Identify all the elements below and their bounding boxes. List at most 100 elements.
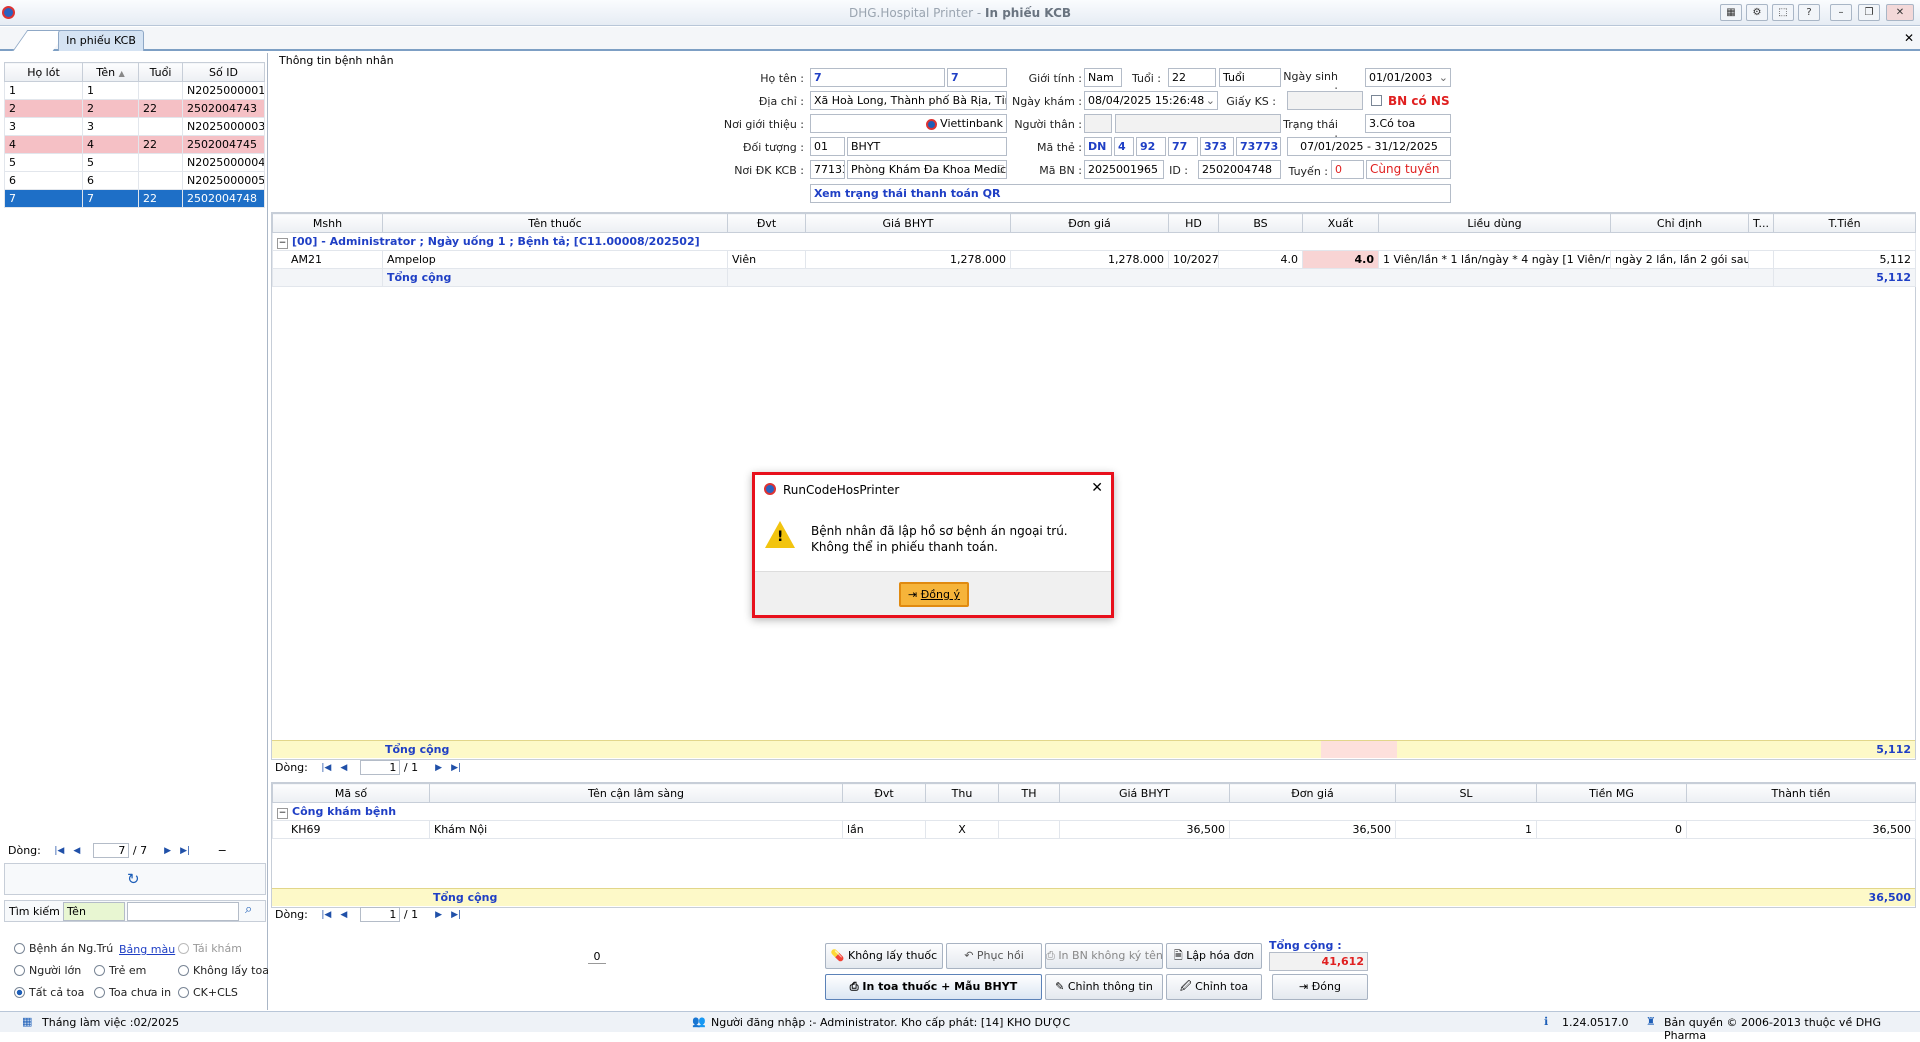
column-header[interactable]: Tiền MG — [1536, 783, 1687, 803]
col-ten[interactable]: Tên ▲ — [82, 62, 139, 82]
search-input[interactable] — [127, 902, 239, 921]
column-header[interactable]: T.Tiền — [1773, 213, 1916, 233]
khong-lay-thuoc-button[interactable]: 💊 Không lấy thuốc — [825, 943, 943, 969]
dong-y-button[interactable]: ⇥ Đồng ý — [899, 582, 969, 607]
column-header[interactable]: Xuất — [1302, 213, 1379, 233]
column-header[interactable]: Tên cận lâm sàng — [429, 783, 843, 803]
phuc-hoi-button[interactable]: ↶ Phục hồi — [946, 943, 1042, 969]
nav-first-icon[interactable]: |◀ — [319, 762, 333, 774]
search-icon[interactable]: ⌕ — [245, 902, 252, 917]
col-ho-lot[interactable]: Họ lót — [4, 62, 83, 82]
cell-xuat[interactable]: 4.0 — [1302, 250, 1379, 269]
noi-dk-ma-field[interactable]: 77133 — [810, 160, 845, 179]
radio-nguoi-lon[interactable]: Người lớn — [14, 964, 81, 977]
ngay-kham-field[interactable]: 08/04/2025 15:26:48 ⌄ — [1084, 91, 1218, 110]
tuyen-field[interactable]: Cùng tuyến — [1366, 160, 1451, 179]
nav-next-icon[interactable]: ▶ — [432, 909, 446, 921]
gioi-tinh-field[interactable]: Nam — [1084, 68, 1122, 87]
toolbar-icon-1[interactable]: ▦ — [1720, 4, 1742, 21]
nav-first-icon[interactable]: |◀ — [52, 845, 66, 857]
nav-minus[interactable]: − — [218, 844, 227, 857]
noi-gioi-thieu-field[interactable]: Viettinbank — [810, 114, 1007, 133]
tuyen-ma-field[interactable]: 0 — [1331, 160, 1364, 179]
refresh-icon[interactable]: ↻ — [127, 870, 140, 888]
col-tuoi[interactable]: Tuổi — [138, 62, 183, 82]
patient-row[interactable]: 3 3 N2025000003 — [4, 117, 265, 136]
ma-the-1[interactable]: DN — [1084, 137, 1112, 156]
nguoi-than-field-1[interactable] — [1084, 114, 1112, 133]
column-header[interactable]: Thu — [925, 783, 999, 803]
patient-row[interactable]: 2 2 22 2502004743 — [4, 99, 265, 118]
nav-last-icon[interactable]: ▶| — [449, 909, 463, 921]
nav-last-icon[interactable]: ▶| — [449, 762, 463, 774]
the-han-field[interactable]: 07/01/2025 - 31/12/2025 — [1287, 137, 1451, 156]
column-header[interactable]: Đơn giá — [1229, 783, 1396, 803]
col-so-id[interactable]: Số ID — [182, 62, 265, 82]
column-header[interactable]: Đvt — [842, 783, 926, 803]
in-toa-thuoc-button[interactable]: ⎙ In toa thuốc + Mẫu BHYT — [825, 974, 1042, 1000]
collapse-icon[interactable]: − — [277, 807, 288, 819]
nav-current-input[interactable]: 1 — [360, 907, 401, 922]
minimize-icon[interactable]: – — [1830, 4, 1852, 21]
column-header[interactable]: SL — [1395, 783, 1537, 803]
doi-tuong-field[interactable]: BHYT — [847, 137, 1007, 156]
lookup-icon[interactable]: ⌸ — [997, 161, 1004, 178]
ngay-sinh-field[interactable]: 01/01/2003 ⌄ — [1365, 68, 1451, 87]
column-header[interactable]: Mã số — [272, 783, 430, 803]
restore-icon[interactable]: ❐ — [1858, 4, 1880, 21]
column-header[interactable]: Thành tiền — [1686, 783, 1916, 803]
column-header[interactable]: Đơn giá — [1010, 213, 1169, 233]
nav-current-input[interactable]: 1 — [360, 760, 401, 775]
column-header[interactable]: Chỉ định — [1610, 213, 1749, 233]
column-header[interactable]: BS — [1218, 213, 1303, 233]
qr-status-link[interactable]: Xem trạng thái thanh toán QR — [810, 184, 1451, 203]
chinh-toa-button[interactable]: 🖉 Chỉnh toa — [1166, 974, 1262, 1000]
toolbar-icon-2[interactable]: ⚙ — [1746, 4, 1768, 21]
column-header[interactable]: Giá BHYT — [805, 213, 1011, 233]
nav-next-icon[interactable]: ▶ — [432, 762, 446, 774]
link-bang-mau[interactable]: Bảng màu — [119, 943, 175, 956]
radio-ck-cls[interactable]: CK+CLS — [178, 986, 238, 999]
nav-next-icon[interactable]: ▶ — [161, 845, 175, 857]
nav-first-icon[interactable]: |◀ — [319, 909, 333, 921]
column-header[interactable]: Đvt — [727, 213, 806, 233]
table-row[interactable]: KH69 Khám Nội lần X 36,500 36,500 1 0 36… — [272, 820, 1916, 839]
toolbar-icon-3[interactable]: ⬚ — [1772, 4, 1794, 21]
noi-dk-field[interactable]: Phòng Khám Đa Khoa Medic ⌸ — [847, 160, 1007, 179]
tab-in-phieu-kcb[interactable]: In phiếu KCB — [58, 30, 144, 51]
ten-field[interactable]: 7 — [947, 68, 1007, 87]
column-header[interactable]: TH — [998, 783, 1060, 803]
ma-the-5[interactable]: 373 — [1200, 137, 1234, 156]
ma-the-3[interactable]: 92 — [1136, 137, 1166, 156]
table-row[interactable]: AM21 Ampelop Viên 1,278.000 1,278.000 10… — [272, 250, 1916, 269]
dong-button[interactable]: ⇥ Đóng — [1272, 974, 1368, 1000]
chinh-thong-tin-button[interactable]: ✎ Chỉnh thông tin — [1045, 974, 1163, 1000]
radio-toa-chua-in[interactable]: Toa chưa in — [94, 986, 171, 999]
ma-the-2[interactable]: 4 — [1114, 137, 1134, 156]
id-field[interactable]: 2502004748 — [1198, 160, 1281, 179]
column-header[interactable]: Liều dùng — [1378, 213, 1611, 233]
patient-row[interactable]: 5 5 N2025000004 — [4, 153, 265, 172]
nav-last-icon[interactable]: ▶| — [178, 845, 192, 857]
ma-the-6[interactable]: 73773 — [1236, 137, 1281, 156]
radio-benh-an-ng-tru[interactable]: Bệnh án Ng.Trú — [14, 942, 113, 955]
nguoi-than-field-2[interactable] — [1115, 114, 1281, 133]
patient-row[interactable]: 4 4 22 2502004745 — [4, 135, 265, 154]
collapse-icon[interactable]: − — [277, 237, 288, 249]
dia-chi-field[interactable]: Xã Hoà Long, Thành phố Bà Rịa, Tỉnh Bà — [810, 91, 1007, 110]
column-header[interactable]: T... — [1748, 213, 1774, 233]
dialog-close-icon[interactable]: ✕ — [1091, 480, 1103, 496]
ma-bn-field[interactable]: 2025001965 — [1084, 160, 1164, 179]
ma-the-4[interactable]: 77 — [1168, 137, 1198, 156]
patient-row[interactable]: 1 1 N2025000001 — [4, 81, 265, 100]
nav-prev-icon[interactable]: ◀ — [70, 845, 84, 857]
nav-prev-icon[interactable]: ◀ — [337, 762, 351, 774]
nav-current-input[interactable]: 7 — [93, 843, 130, 858]
column-header[interactable]: Mshh — [272, 213, 383, 233]
radio-tre-em[interactable]: Trẻ em — [94, 964, 146, 977]
patient-row[interactable]: 6 6 N2025000005 — [4, 171, 265, 190]
doi-tuong-ma-field[interactable]: 01 — [810, 137, 845, 156]
column-header[interactable]: HD — [1168, 213, 1219, 233]
tab-close-icon[interactable]: ✕ — [1904, 31, 1914, 45]
search-by-select[interactable]: Tên — [63, 902, 125, 921]
